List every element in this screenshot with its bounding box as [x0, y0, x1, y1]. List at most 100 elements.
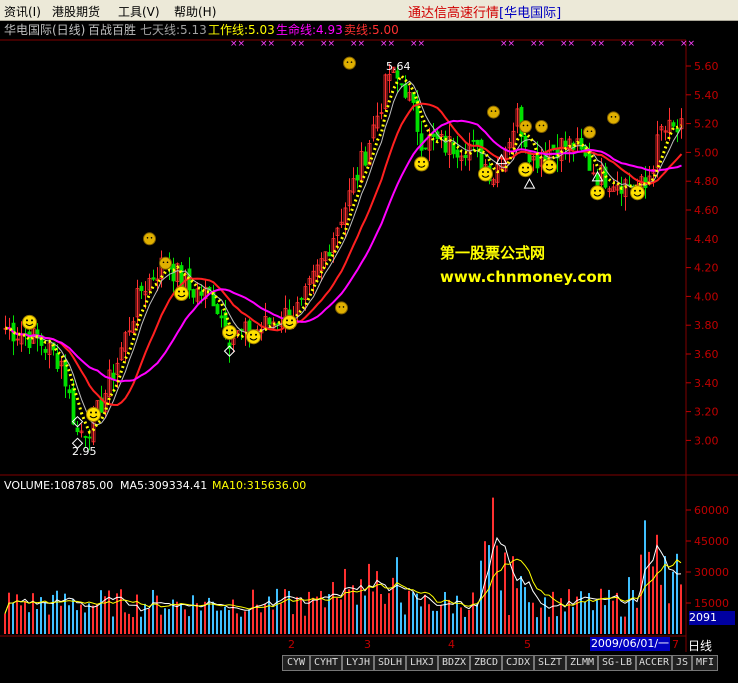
volume-bar [460, 607, 462, 634]
top-x-mark: ×× [290, 39, 305, 49]
volume-bar [416, 593, 418, 634]
tab-accer[interactable]: ACCER [636, 655, 672, 671]
volume-bar [352, 585, 354, 634]
volume-bar [256, 604, 258, 634]
volume-bar [16, 594, 18, 634]
volume-bar [532, 602, 534, 634]
volume-bar [668, 603, 670, 634]
tab-lyjh[interactable]: LYJH [342, 655, 374, 671]
volume-bar [484, 541, 486, 634]
watermark-url: www.chnmoney.com [440, 268, 612, 286]
price-tick-label: 4.80 [694, 175, 719, 188]
sell-signal-icon [583, 125, 596, 139]
volume-bar [520, 575, 522, 634]
top-x-mark: ×× [620, 39, 635, 49]
volume-bar [200, 610, 202, 634]
tab-zbcd[interactable]: ZBCD [470, 655, 502, 671]
volume-bar [160, 614, 162, 634]
volume-bar [128, 613, 130, 634]
volume-bar [184, 609, 186, 634]
volume-bar [300, 597, 302, 634]
tab-cyw[interactable]: CYW [282, 655, 310, 671]
tab-cjdx[interactable]: CJDX [502, 655, 534, 671]
volume-bar [372, 591, 374, 634]
volume-bar [36, 609, 38, 634]
volume-bar [116, 593, 118, 634]
top-x-mark: ×× [260, 39, 275, 49]
candle-body [363, 151, 368, 166]
candle-body [595, 174, 600, 186]
volume-bar [240, 616, 242, 634]
sell-signal-icon [487, 105, 500, 119]
candlestick-series [3, 63, 684, 451]
candle-body [355, 174, 360, 181]
smiley-icon [246, 329, 261, 345]
menu-item-tools[interactable]: 工具(V) [118, 3, 160, 20]
volume-bar [432, 610, 434, 634]
volume-bar [48, 614, 50, 634]
tab-js[interactable]: JS [672, 655, 692, 671]
volume-bar [524, 587, 526, 634]
chart-area[interactable]: 华电国际(日线) 百战百胜 七天线:5.13 工作线:5.03 生命线:4.93… [0, 20, 738, 660]
volume-bar [4, 613, 6, 634]
tab-sg-lb[interactable]: SG-LB [598, 655, 636, 671]
volume-bar [400, 602, 402, 634]
menu-item-info[interactable]: 资讯(I) [4, 3, 41, 20]
volume-bar [608, 589, 610, 634]
tab-sdlh[interactable]: SDLH [374, 655, 406, 671]
menu-item-hk-futures[interactable]: 港股期货 [52, 3, 100, 20]
candle-body [63, 359, 68, 387]
candle-body [535, 153, 540, 169]
volume-bar [344, 568, 346, 634]
sell-signal-icon [159, 256, 172, 270]
smiley-icon [630, 185, 645, 201]
volume-bar [452, 613, 454, 634]
sell-signal-icon [607, 111, 620, 125]
tab-cyht[interactable]: CYHT [310, 655, 342, 671]
candle-body [199, 291, 204, 296]
volume-axis: 60000 45000 30000 15000 [686, 504, 729, 610]
tab-zlmm[interactable]: ZLMM [566, 655, 598, 671]
volume-bar [644, 520, 646, 634]
volume-bar [612, 600, 614, 634]
volume-bar [528, 602, 530, 634]
volume-bar [548, 616, 550, 634]
price-tick-label: 4.60 [694, 204, 719, 217]
candle-body [479, 139, 484, 170]
volume-bar [388, 593, 390, 634]
price-volume-chart[interactable]: 华电国际(日线) 百战百胜 七天线:5.13 工作线:5.03 生命线:4.93… [0, 20, 738, 652]
candle-body [219, 315, 224, 319]
volume-bar [572, 606, 574, 634]
smiley-icon [86, 406, 101, 422]
menu-item-help[interactable]: 帮助(H) [174, 3, 216, 20]
volume-bar [208, 597, 210, 634]
tab-bdzx[interactable]: BDZX [438, 655, 470, 671]
volume-bar [436, 610, 438, 634]
volume-bar [620, 616, 622, 634]
work-line-value: 工作线:5.03 [208, 23, 275, 37]
tab-mfi[interactable]: MFI [692, 655, 718, 671]
volume-bar [428, 604, 430, 634]
volume-bar [496, 545, 498, 634]
volume-bar [272, 609, 274, 634]
volume-bar [368, 563, 370, 634]
volume-bar [224, 606, 226, 634]
tab-lhxj[interactable]: LHXJ [406, 655, 438, 671]
volume-bar [44, 601, 46, 634]
volume-bar [96, 603, 98, 634]
volume-bar [28, 612, 30, 634]
volume-bar [88, 603, 90, 634]
volume-bar [168, 609, 170, 634]
smiley-icon [478, 166, 493, 182]
volume-value: VOLUME:108785.00 [4, 479, 113, 492]
life-line [5, 119, 682, 383]
price-tick-label: 4.40 [694, 233, 719, 246]
tab-slzt[interactable]: SLZT [534, 655, 566, 671]
smiley-icon [22, 314, 37, 330]
volume-bar [576, 596, 578, 634]
candle-body [403, 83, 408, 98]
top-x-mark: ×× [530, 39, 545, 49]
sell-signal-icon [335, 301, 348, 315]
volume-ma5: MA5:309334.41 [120, 479, 207, 492]
volume-bar [556, 616, 558, 634]
